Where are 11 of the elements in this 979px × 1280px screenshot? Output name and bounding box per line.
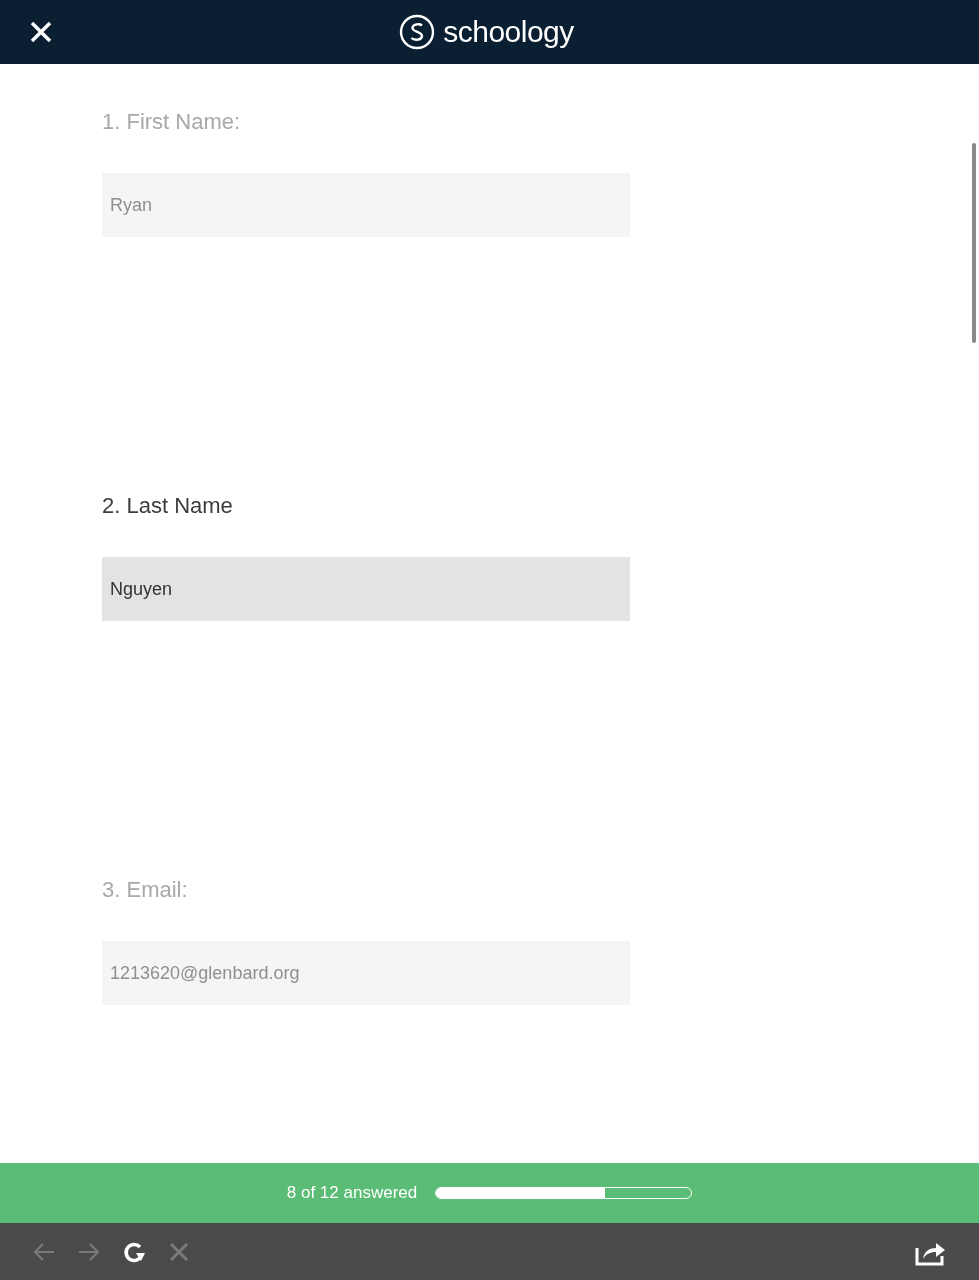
- scrollbar[interactable]: [972, 143, 976, 343]
- logo-icon: [399, 14, 436, 50]
- input-field[interactable]: Ryan: [102, 173, 630, 237]
- progress-text: 8 of 12 answered: [286, 1183, 418, 1203]
- question-label: 3. Email:: [102, 877, 189, 904]
- question-label: 1. First Name:: [102, 109, 242, 136]
- input-field[interactable]: 1213620@glenbard.org: [102, 941, 630, 1005]
- input-field[interactable]: Nguyen: [102, 557, 630, 621]
- question-label: 2. Last Name: [102, 493, 234, 520]
- logo-text: schoology: [443, 15, 574, 49]
- close-icon[interactable]: [29, 20, 53, 44]
